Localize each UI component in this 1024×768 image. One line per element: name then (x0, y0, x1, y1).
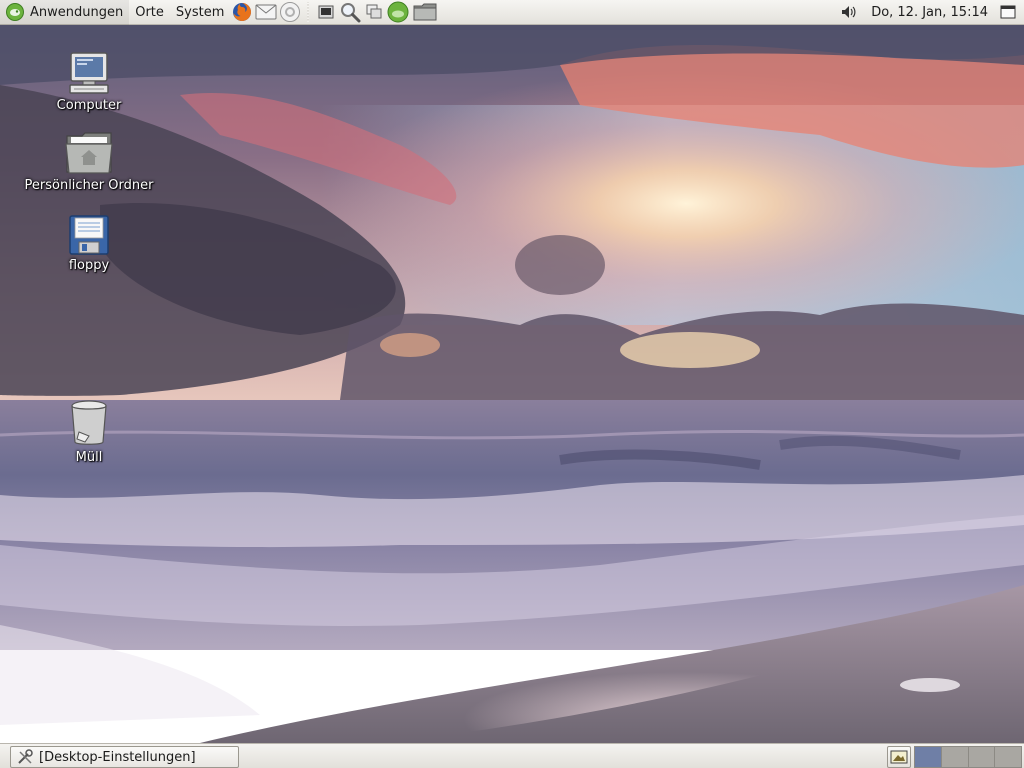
show-desktop-icon[interactable] (887, 746, 911, 768)
taskbar-button-label: [Desktop-Einstellungen] (39, 749, 196, 765)
menu-anwendungen[interactable]: Anwendungen (0, 0, 130, 25)
floppy-icon (64, 206, 114, 256)
desktop-icon-computer[interactable]: Computer (14, 46, 164, 113)
desktop-icon-home[interactable]: Persönlicher Ordner (14, 126, 164, 193)
menu-system[interactable]: System (170, 0, 230, 25)
workspace-switcher (914, 746, 1022, 768)
trash-icon (64, 398, 114, 448)
panel-separator (305, 2, 312, 22)
firefox-icon[interactable] (230, 0, 254, 25)
menu-label: Orte (135, 4, 164, 20)
software-update-icon[interactable] (386, 0, 410, 25)
desktop-icon-label: Computer (56, 98, 122, 113)
desktop-icon-floppy[interactable]: floppy (14, 206, 164, 273)
workspace-1[interactable] (915, 747, 942, 767)
clock[interactable]: Do, 12. Jan, 15:14 (861, 5, 996, 20)
volume-icon[interactable] (837, 0, 861, 25)
window-list-icon[interactable] (996, 0, 1020, 25)
desktop-icon-label: Persönlicher Ordner (24, 178, 154, 193)
menu-label: System (175, 4, 225, 20)
mail-icon[interactable] (254, 0, 278, 25)
computer-icon (64, 46, 114, 96)
workspace-2[interactable] (941, 747, 969, 767)
terminal-icon[interactable] (314, 0, 338, 25)
search-icon[interactable] (338, 0, 362, 25)
windows-icon[interactable] (362, 0, 386, 25)
home-folder-icon (64, 126, 114, 176)
taskbar-button-desktop-settings[interactable]: [Desktop-Einstellungen] (10, 746, 239, 768)
help-icon[interactable] (278, 0, 302, 25)
desktop-icon-label: Müll (75, 450, 103, 465)
menu-orte[interactable]: Orte (129, 0, 170, 25)
menu-label: Anwendungen (30, 4, 124, 20)
workspace-4[interactable] (995, 747, 1021, 767)
bottom-panel: [Desktop-Einstellungen] (0, 743, 1024, 768)
opensuse-logo-icon (5, 2, 25, 22)
workspace-3[interactable] (968, 747, 996, 767)
top-panel: Anwendungen Orte System Do, 12. Jan, 15:… (0, 0, 1024, 25)
desktop-icon-label: floppy (68, 258, 110, 273)
folder-icon[interactable] (410, 0, 440, 25)
desktop-icon-trash[interactable]: Müll (14, 398, 164, 465)
settings-tools-icon (17, 749, 33, 765)
